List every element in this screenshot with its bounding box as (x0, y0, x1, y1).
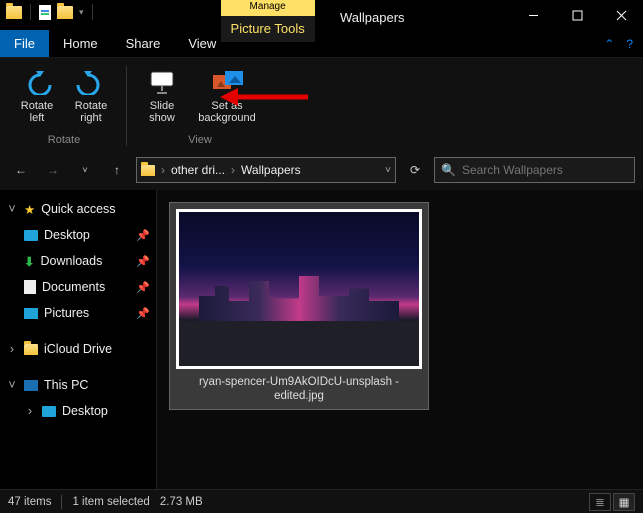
folder-icon[interactable] (6, 6, 22, 19)
ribbon-separator (126, 66, 127, 146)
separator (30, 4, 31, 20)
nav-desktop[interactable]: Desktop 📌 (0, 222, 156, 248)
pictures-icon (24, 308, 38, 319)
separator (61, 495, 62, 509)
nav-this-pc[interactable]: ˅ This PC (0, 372, 156, 398)
help-icon[interactable]: ? (626, 37, 633, 51)
nav-label: iCloud Drive (44, 342, 112, 356)
breadcrumb-chevron-icon[interactable]: › (231, 163, 235, 177)
maximize-button[interactable] (555, 0, 599, 30)
up-button[interactable]: ↑ (104, 157, 130, 183)
rotate-left-icon (21, 66, 53, 98)
back-button[interactable]: ← (8, 157, 34, 183)
nav-quick-access[interactable]: ˅ ★ Quick access (0, 196, 156, 222)
file-name-label: ryan-spencer-Um9AkOIDcU-unsplash - edite… (176, 369, 422, 409)
pc-icon (24, 380, 38, 391)
ribbon-group-label: View (188, 134, 212, 150)
ribbon-group-label: Rotate (48, 134, 80, 150)
expand-icon[interactable]: ˅ (6, 202, 18, 216)
breadcrumb-segment[interactable]: Wallpapers (241, 163, 301, 177)
file-thumbnail[interactable]: ryan-spencer-Um9AkOIDcU-unsplash - edite… (169, 202, 429, 410)
close-button[interactable] (599, 0, 643, 30)
folder-icon (24, 344, 38, 355)
nav-label: Desktop (44, 228, 90, 242)
slide-show-label: Slide show (139, 100, 185, 124)
ribbon-group-view: Slide show Set as background View (133, 62, 267, 150)
status-selection: 1 item selected (72, 496, 149, 508)
quick-access-toolbar: ▾ (0, 0, 101, 24)
nav-label: Documents (42, 280, 105, 294)
thumbnail-image (176, 209, 422, 369)
star-icon: ★ (24, 202, 35, 217)
breadcrumb-segment[interactable]: other dri... (171, 163, 225, 177)
nav-downloads[interactable]: ⬇ Downloads 📌 (0, 248, 156, 274)
slide-show-button[interactable]: Slide show (137, 62, 187, 128)
details-view-button[interactable]: ≣ (589, 493, 611, 511)
properties-icon[interactable] (39, 5, 51, 20)
downloads-icon: ⬇ (24, 254, 34, 269)
refresh-button[interactable]: ⟳ (402, 157, 428, 183)
pin-icon: 📌 (136, 281, 150, 294)
status-bar: 47 items 1 item selected 2.73 MB ≣ ▦ (0, 489, 643, 513)
ribbon: Rotate left Rotate right Rotate Slide sh… (0, 58, 643, 150)
content-pane[interactable]: ryan-spencer-Um9AkOIDcU-unsplash - edite… (156, 190, 643, 489)
new-folder-icon[interactable] (57, 6, 73, 19)
set-as-background-button[interactable]: Set as background (191, 62, 263, 128)
tab-picture-tools[interactable]: Picture Tools (221, 14, 315, 42)
address-dropdown-icon[interactable]: ˅ (385, 165, 391, 176)
nav-icloud-drive[interactable]: › iCloud Drive (0, 336, 156, 362)
separator (92, 4, 93, 20)
search-box[interactable]: 🔍 (434, 157, 635, 183)
nav-label: Desktop (62, 404, 108, 418)
documents-icon (24, 280, 36, 294)
nav-label: Quick access (41, 202, 115, 216)
navigation-toolbar: ← → ˅ ↑ › other dri... › Wallpapers ˅ ⟳ … (0, 150, 643, 190)
tab-home[interactable]: Home (49, 30, 112, 57)
pin-icon: 📌 (136, 255, 150, 268)
rotate-right-label: Rotate right (68, 100, 114, 124)
minimize-button[interactable] (511, 0, 555, 30)
navigation-pane[interactable]: ˅ ★ Quick access Desktop 📌 ⬇ Downloads 📌… (0, 190, 156, 489)
rotate-left-label: Rotate left (14, 100, 60, 124)
ribbon-group-rotate: Rotate left Rotate right Rotate (8, 62, 120, 150)
nav-desktop-pc[interactable]: › Desktop (0, 398, 156, 424)
forward-button[interactable]: → (40, 157, 66, 183)
expand-icon[interactable]: ˅ (6, 378, 18, 392)
title-bar: ▾ Manage Picture Tools Wallpapers (0, 0, 643, 30)
search-icon: 🔍 (441, 163, 456, 177)
contextual-tab-group: Manage Picture Tools (221, 0, 315, 42)
nav-pictures[interactable]: Pictures 📌 (0, 300, 156, 326)
status-item-count: 47 items (8, 496, 51, 508)
pin-icon: 📌 (136, 229, 150, 242)
set-as-background-label: Set as background (193, 100, 261, 124)
customize-qat-icon[interactable]: ▾ (79, 7, 84, 18)
tab-file[interactable]: File (0, 30, 49, 57)
thumbnails-view-button[interactable]: ▦ (613, 493, 635, 511)
folder-icon (141, 165, 155, 176)
slide-show-icon (146, 66, 178, 98)
set-as-background-icon (211, 66, 243, 98)
recent-locations-button[interactable]: ˅ (72, 157, 98, 183)
tab-share[interactable]: Share (112, 30, 175, 57)
context-group-label: Manage (221, 0, 315, 14)
address-bar[interactable]: › other dri... › Wallpapers ˅ (136, 157, 396, 183)
collapse-ribbon-icon[interactable]: ⌃ (604, 37, 614, 51)
breadcrumb-chevron-icon[interactable]: › (161, 163, 165, 177)
desktop-icon (42, 406, 56, 417)
rotate-left-button[interactable]: Rotate left (12, 62, 62, 128)
rotate-right-button[interactable]: Rotate right (66, 62, 116, 128)
expand-icon[interactable]: › (24, 404, 36, 418)
nav-label: Pictures (44, 306, 89, 320)
status-size: 2.73 MB (160, 496, 203, 508)
window-title: Wallpapers (340, 10, 405, 25)
ribbon-tabs: File Home Share View ⌃ ? (0, 30, 643, 58)
nav-label: This PC (44, 378, 88, 392)
nav-documents[interactable]: Documents 📌 (0, 274, 156, 300)
desktop-icon (24, 230, 38, 241)
pin-icon: 📌 (136, 307, 150, 320)
nav-label: Downloads (40, 254, 102, 268)
search-input[interactable] (462, 163, 628, 177)
rotate-right-icon (75, 66, 107, 98)
expand-icon[interactable]: › (6, 342, 18, 356)
